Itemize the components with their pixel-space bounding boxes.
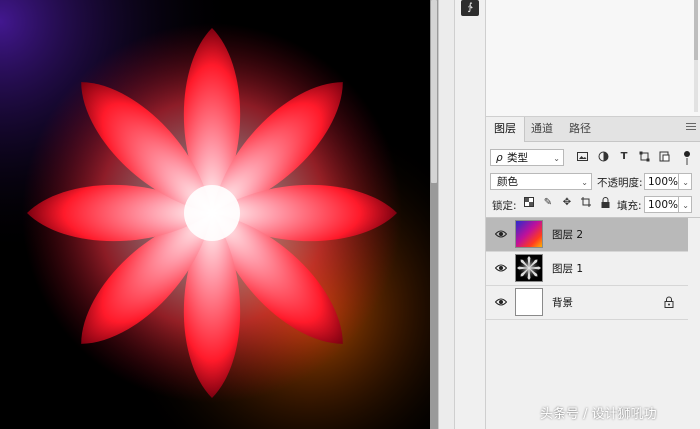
fill-label: 填充: [617, 200, 642, 212]
filter-toggle[interactable] [683, 151, 691, 165]
adjustment-filter-icon[interactable] [597, 150, 609, 162]
layer-thumbnail [515, 288, 543, 316]
fill-input[interactable]: 100% [644, 196, 678, 213]
layer-filter-select[interactable]: ρ 类型 ⌄ [490, 149, 564, 166]
tab-layers[interactable]: 图层 [486, 117, 525, 142]
upper-panel [486, 0, 700, 117]
layer-name: 图层 2 [552, 229, 584, 241]
image-filter-icon[interactable] [576, 150, 588, 162]
layer-row-layer-1[interactable]: 图层 1 [486, 252, 688, 286]
chevron-down-icon: ⌄ [553, 154, 560, 163]
layer-row-layer-2[interactable]: 图层 2 [486, 218, 688, 252]
panel-dock-column: ∱ [454, 0, 486, 429]
layer-thumbnail [515, 254, 543, 282]
opacity-input[interactable]: 100% [644, 173, 678, 190]
layer-filter-value: 类型 [507, 152, 528, 164]
opacity-dropdown[interactable]: ⌄ [678, 173, 692, 190]
chevron-down-icon: ⌄ [682, 201, 689, 210]
lock-transparent-pixels-icon[interactable] [523, 197, 535, 209]
opacity-label: 不透明度: [597, 177, 643, 189]
panel-gutter [438, 0, 455, 429]
layer-thumbnail [515, 220, 543, 248]
layer-row-background[interactable]: 背景 [486, 286, 688, 320]
lock-icon[interactable] [664, 296, 674, 308]
eye-icon[interactable] [495, 229, 507, 239]
upper-panel-scrollbar[interactable] [694, 0, 698, 112]
upper-panel-scrollbar-thumb[interactable] [694, 0, 698, 60]
tab-channels[interactable]: 通道 [523, 117, 561, 141]
panel-menu-icon[interactable] [686, 123, 696, 133]
chevron-down-icon: ⌄ [581, 178, 588, 187]
right-panel-area: 图层 通道 路径 ρ 类型 ⌄ T 颜色 ⌄ 不透明度: 100% ⌄ 锁定: … [486, 0, 700, 429]
lock-image-pixels-icon[interactable]: ✎ [542, 197, 554, 209]
fill-value: 100% [648, 199, 679, 211]
shape-filter-icon[interactable] [638, 150, 650, 162]
document-canvas[interactable] [0, 0, 430, 429]
opacity-value: 100% [648, 176, 679, 188]
lock-position-icon[interactable]: ✥ [561, 197, 573, 209]
canvas-artwork [0, 0, 430, 429]
type-filter-icon[interactable]: T [618, 150, 630, 162]
layer-name: 背景 [552, 297, 573, 309]
eye-icon[interactable] [495, 297, 507, 307]
layers-panel-tabbar: 图层 通道 路径 [486, 117, 700, 142]
layers-panel: 图层 通道 路径 ρ 类型 ⌄ T 颜色 ⌄ 不透明度: 100% ⌄ 锁定: … [486, 117, 700, 429]
layer-name: 图层 1 [552, 263, 584, 275]
tab-paths[interactable]: 路径 [561, 117, 599, 141]
chevron-down-icon: ⌄ [682, 178, 689, 187]
flower-petals [27, 28, 397, 398]
watermark-text: 头条号 / 设计狮吼功 [540, 407, 657, 422]
history-brush-icon[interactable]: ∱ [461, 0, 479, 16]
canvas-scrollbar[interactable] [430, 0, 438, 429]
search-icon: ρ [496, 152, 503, 164]
eye-icon[interactable] [495, 263, 507, 273]
smart-object-filter-icon[interactable] [658, 150, 670, 162]
canvas-scrollbar-thumb[interactable] [431, 0, 437, 183]
lock-artboard-icon[interactable] [580, 197, 592, 209]
blend-mode-value: 颜色 [497, 176, 518, 188]
layers-scrollbar[interactable] [688, 218, 700, 419]
lock-label: 锁定: [492, 200, 517, 212]
blend-mode-select[interactable]: 颜色 ⌄ [490, 173, 592, 190]
fill-dropdown[interactable]: ⌄ [678, 196, 692, 213]
lock-all-icon[interactable] [599, 197, 611, 209]
